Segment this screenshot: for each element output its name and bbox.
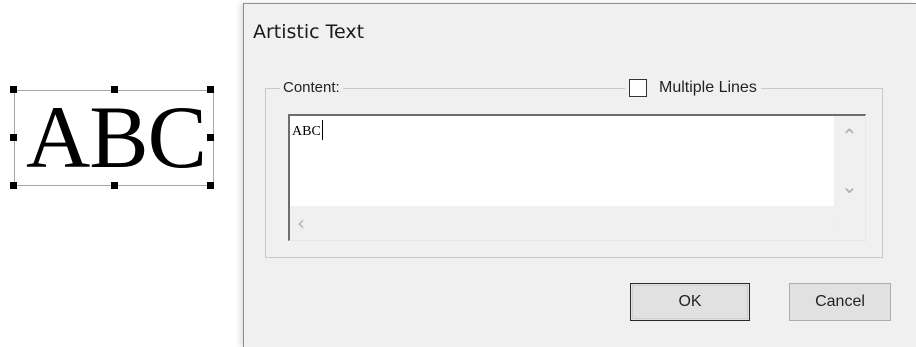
chevron-up-icon[interactable]: ⌃: [841, 126, 858, 146]
multiple-lines-checkbox[interactable]: [629, 79, 647, 97]
text-caret: [321, 120, 323, 140]
chevron-left-icon[interactable]: ‹: [297, 213, 305, 233]
resize-handle-top-left[interactable]: [10, 86, 17, 93]
horizontal-scrollbar[interactable]: ‹ ›: [290, 206, 840, 240]
artistic-text-object[interactable]: ABC: [10, 86, 214, 189]
content-group: Content: Multiple Lines ABC ⌃ ⌄ ‹ ›: [265, 77, 883, 258]
artistic-text-preview: ABC: [26, 89, 207, 187]
chevron-down-icon[interactable]: ⌄: [841, 176, 858, 196]
multiple-lines-option[interactable]: Multiple Lines: [625, 77, 761, 99]
resize-handle-left[interactable]: [10, 134, 17, 141]
resize-handle-right[interactable]: [207, 134, 214, 141]
resize-handle-bottom[interactable]: [111, 182, 118, 189]
resize-handle-top-right[interactable]: [207, 86, 214, 93]
content-label: Content:: [280, 79, 343, 97]
dialog-title: Artistic Text: [253, 21, 365, 43]
vertical-scrollbar[interactable]: ⌃ ⌄: [834, 116, 865, 206]
ok-button[interactable]: OK: [630, 283, 750, 321]
content-text-line: ABC: [292, 120, 323, 140]
multiple-lines-label[interactable]: Multiple Lines: [659, 79, 757, 97]
content-text: ABC: [292, 124, 321, 139]
resize-handle-top[interactable]: [111, 86, 118, 93]
resize-handle-bottom-left[interactable]: [10, 182, 17, 189]
content-textarea[interactable]: ABC ⌃ ⌄ ‹ ›: [288, 114, 866, 241]
cancel-button[interactable]: Cancel: [789, 283, 891, 321]
resize-handle-bottom-right[interactable]: [207, 182, 214, 189]
artistic-text-dialog: Artistic Text Content: Multiple Lines AB…: [243, 3, 916, 347]
scrollbar-corner: [834, 206, 865, 240]
